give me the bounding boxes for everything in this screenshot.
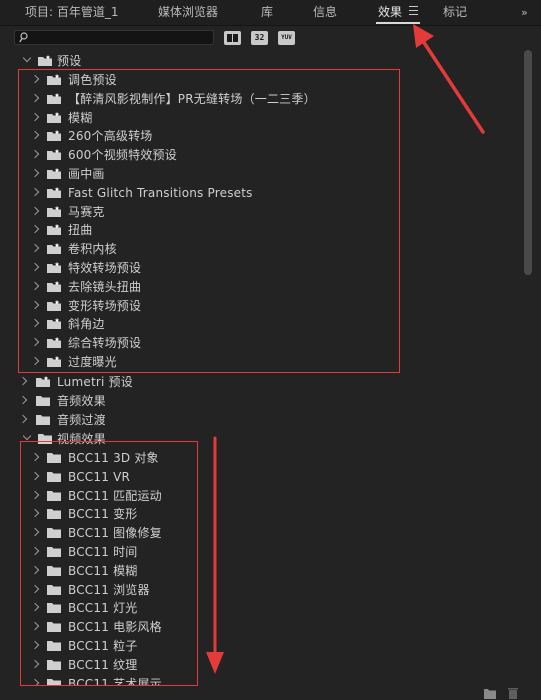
tab-info[interactable]: 信息 bbox=[313, 4, 337, 20]
scrollbar-thumb[interactable] bbox=[524, 50, 532, 275]
folder-lumetri-presets[interactable]: Lumetri 预设 bbox=[0, 373, 400, 391]
search-icon bbox=[19, 32, 28, 43]
trash-icon[interactable] bbox=[507, 688, 519, 699]
annotation-arrow-up-icon bbox=[413, 24, 485, 134]
folder-label: 音频过渡 bbox=[57, 413, 106, 427]
chevron-down-icon[interactable] bbox=[22, 53, 32, 63]
tree-scrollbar[interactable] bbox=[524, 50, 532, 686]
folder-label: Lumetri 预设 bbox=[57, 375, 133, 389]
preset-folder-icon bbox=[36, 376, 50, 387]
accelerated-effects-filter-icon[interactable] bbox=[224, 31, 241, 45]
folder-label: 音频效果 bbox=[57, 394, 106, 408]
tab-effects[interactable]: 效果 bbox=[378, 4, 402, 20]
32bit-filter-badge[interactable]: 32 bbox=[251, 31, 268, 45]
annotation-box-video-effects bbox=[20, 441, 198, 686]
search-input[interactable] bbox=[14, 30, 214, 45]
chevron-right-icon[interactable] bbox=[18, 376, 28, 386]
panel-menu-icon[interactable] bbox=[409, 6, 418, 15]
chevron-right-icon[interactable] bbox=[18, 414, 28, 424]
yuv-filter-badge[interactable]: YUV bbox=[278, 31, 295, 45]
folder-audio-transitions[interactable]: 音频过渡 bbox=[0, 411, 400, 429]
preset-folder-icon bbox=[38, 55, 52, 66]
chevron-right-icon[interactable] bbox=[18, 395, 28, 405]
annotation-box-presets bbox=[18, 69, 400, 373]
folder-icon bbox=[36, 414, 50, 425]
folder-label: 预设 bbox=[57, 54, 82, 68]
panel-footer bbox=[0, 686, 541, 700]
annotation-arrow-down-icon bbox=[206, 436, 224, 674]
chevron-down-icon[interactable] bbox=[22, 431, 32, 441]
tab-overflow-button[interactable]: » bbox=[521, 6, 528, 19]
tab-project[interactable]: 项目: 百年管道_1 bbox=[25, 4, 119, 20]
new-folder-icon[interactable] bbox=[484, 688, 496, 699]
folder-presets[interactable]: 预设 bbox=[0, 52, 400, 70]
folder-audio-effects[interactable]: 音频效果 bbox=[0, 392, 400, 410]
tab-libraries[interactable]: 库 bbox=[261, 4, 273, 20]
folder-icon bbox=[36, 395, 50, 406]
tab-media-browser[interactable]: 媒体浏览器 bbox=[158, 4, 218, 20]
